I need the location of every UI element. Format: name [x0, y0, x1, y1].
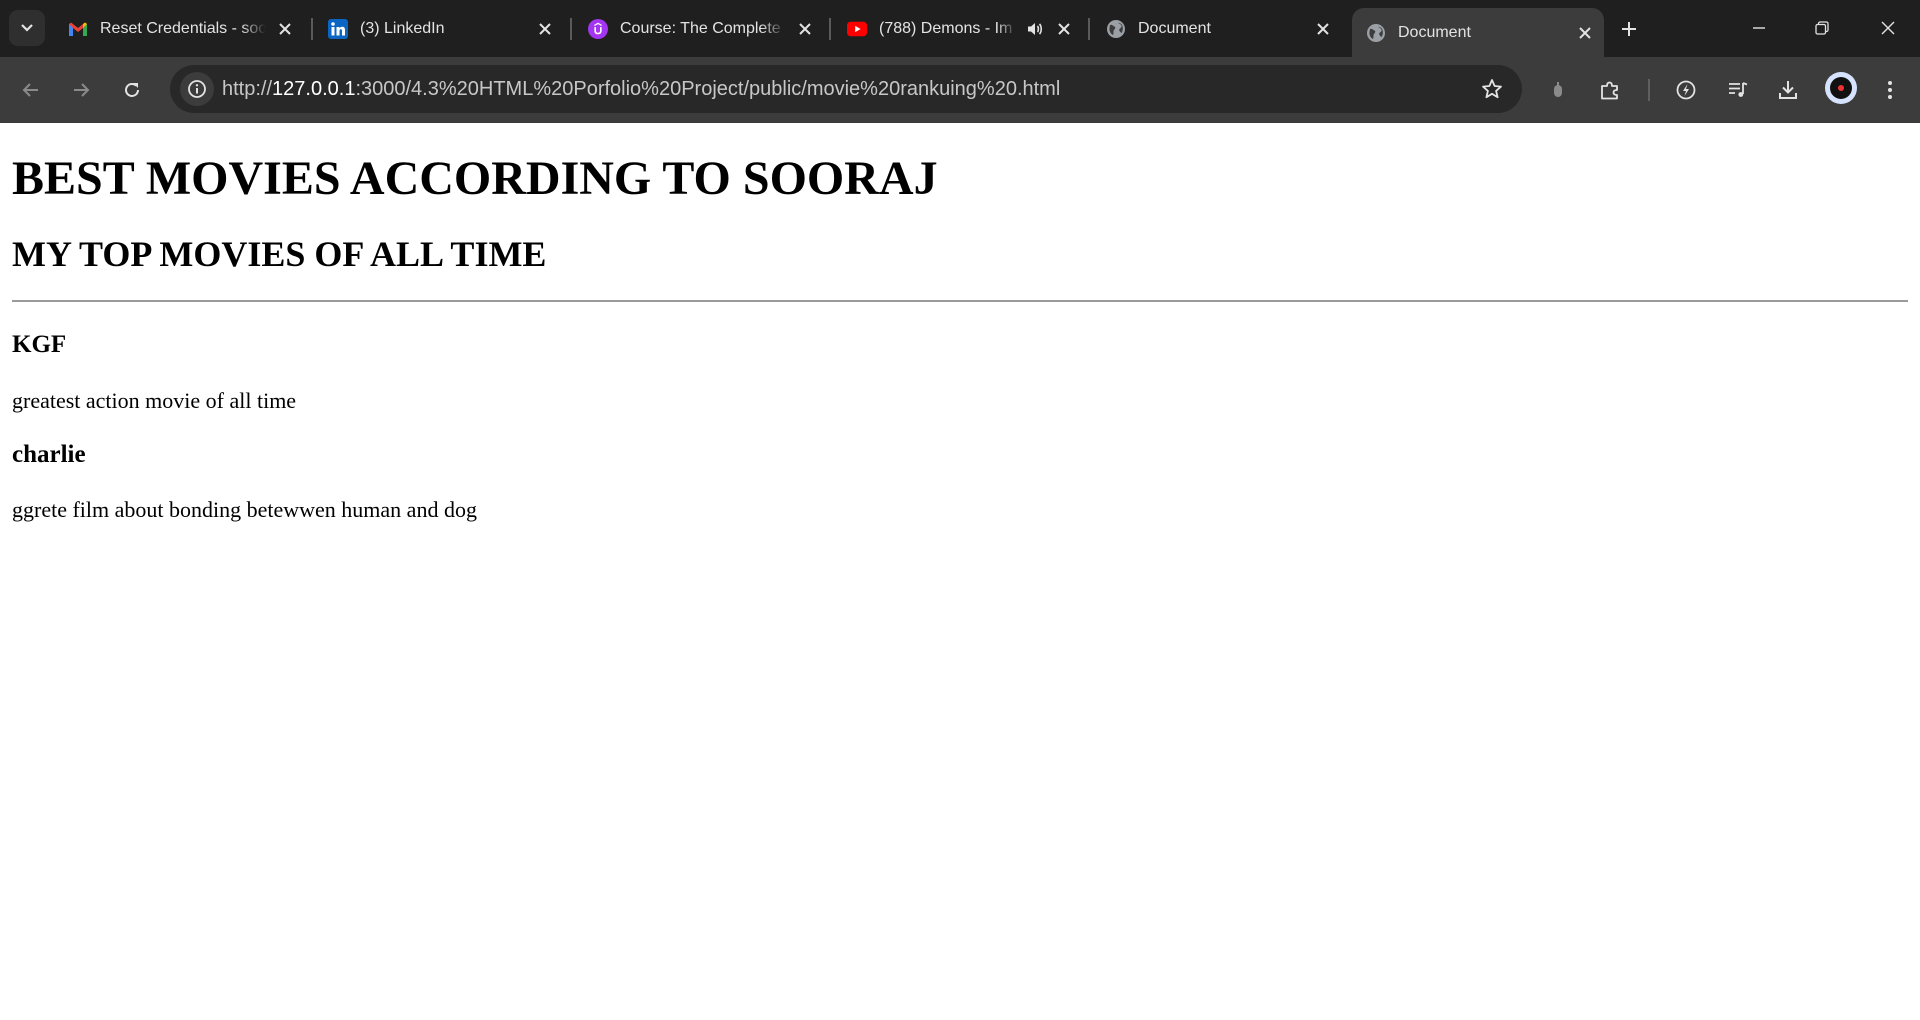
udemy-icon [588, 18, 608, 39]
avatar-image [1830, 77, 1852, 99]
avatar-dot [1838, 85, 1844, 91]
toolbar-divider [1648, 79, 1650, 101]
divider [12, 300, 1908, 302]
tab-youtube[interactable]: (788) Demons - Im [833, 10, 1083, 47]
close-icon [1881, 21, 1895, 35]
minimize-icon [1753, 27, 1765, 29]
browser-toolbar: http://127.0.0.1:3000/4.3%20HTML%20Porfo… [0, 57, 1920, 123]
chevron-down-icon [21, 24, 33, 32]
tab-title: Document [1138, 19, 1211, 37]
tab-separator [1088, 18, 1090, 40]
tab-separator [570, 18, 572, 40]
globe-icon [1366, 23, 1386, 43]
movie-title: charlie [12, 441, 86, 468]
bookmark-star-button[interactable] [1480, 77, 1504, 101]
close-icon[interactable] [1574, 22, 1596, 44]
address-bar[interactable]: http://127.0.0.1:3000/4.3%20HTML%20Porfo… [170, 65, 1522, 113]
browser-menu-button[interactable] [1873, 73, 1907, 107]
extension-icon [1554, 82, 1562, 97]
restore-button[interactable] [1805, 12, 1839, 44]
page-content: BEST MOVIES ACCORDING TO SOORAJ MY TOP M… [0, 123, 1920, 1020]
extensions-menu-button[interactable] [1593, 73, 1627, 107]
url-host: 127.0.0.1 [272, 78, 356, 100]
star-icon [1482, 79, 1502, 99]
media-controls-button[interactable] [1721, 73, 1755, 107]
restore-icon [1815, 21, 1829, 35]
tab-strip: Reset Credentials - soor (3) LinkedIn Co… [0, 0, 1920, 57]
url-path: :3000/4.3%20HTML%20Porfolio%20Project/pu… [355, 78, 1061, 100]
performance-button[interactable] [1669, 73, 1703, 107]
minimize-button[interactable] [1742, 12, 1776, 44]
movie-description: ggrete film about bonding betewwen human… [12, 497, 477, 522]
info-icon [188, 80, 206, 98]
gmail-icon [68, 19, 88, 39]
close-icon[interactable] [1312, 18, 1334, 40]
tab-document[interactable]: Document [1092, 10, 1342, 47]
new-tab-button[interactable] [1614, 14, 1644, 44]
more-vertical-icon [1888, 81, 1892, 99]
profile-avatar[interactable] [1825, 72, 1857, 104]
movie-description: greatest action movie of all time [12, 388, 297, 413]
close-icon[interactable] [534, 18, 556, 40]
tab-linkedin[interactable]: (3) LinkedIn [314, 10, 564, 47]
close-icon[interactable] [274, 18, 296, 40]
download-icon [1779, 81, 1797, 99]
movie-title: KGF [12, 331, 67, 358]
speaker-icon[interactable] [1025, 19, 1045, 39]
page-title: BEST MOVIES ACCORDING TO SOORAJ [12, 152, 938, 205]
close-icon[interactable] [1053, 18, 1075, 40]
page-subtitle: MY TOP MOVIES OF ALL TIME [12, 234, 547, 274]
tab-title: Reset Credentials - soor [100, 19, 266, 37]
tab-separator [829, 18, 831, 40]
close-window-button[interactable] [1871, 12, 1905, 44]
tab-udemy-course[interactable]: Course: The Complete 2 [574, 10, 824, 47]
tab-title: (788) Demons - Im [879, 19, 1013, 37]
youtube-icon [847, 19, 867, 39]
globe-icon [1106, 19, 1126, 39]
reload-icon [125, 83, 139, 97]
url-text[interactable]: http://127.0.0.1:3000/4.3%20HTML%20Porfo… [222, 78, 1060, 101]
tab-separator [311, 18, 313, 40]
tab-title: Document [1398, 23, 1471, 41]
tab-title: (3) LinkedIn [360, 19, 445, 37]
close-icon[interactable] [794, 18, 816, 40]
extension-button[interactable] [1541, 73, 1575, 107]
plus-icon [1622, 22, 1636, 36]
url-scheme: http:// [222, 78, 273, 100]
linkedin-icon [328, 18, 348, 39]
arrow-right-icon [74, 83, 90, 97]
music-queue-icon [1729, 82, 1748, 97]
puzzle-icon [1601, 81, 1618, 100]
tab-title: Course: The Complete 2 [620, 19, 786, 37]
site-info-button[interactable] [180, 72, 214, 106]
speedometer-icon [1676, 80, 1696, 100]
tab-gmail[interactable]: Reset Credentials - soor [54, 10, 304, 47]
arrow-left-icon [22, 83, 38, 97]
forward-button[interactable] [64, 73, 98, 107]
reload-button[interactable] [115, 73, 149, 107]
downloads-button[interactable] [1771, 73, 1805, 107]
back-button[interactable] [14, 73, 48, 107]
tab-document-active[interactable]: Document [1352, 8, 1604, 57]
tab-search-button[interactable] [9, 10, 45, 46]
